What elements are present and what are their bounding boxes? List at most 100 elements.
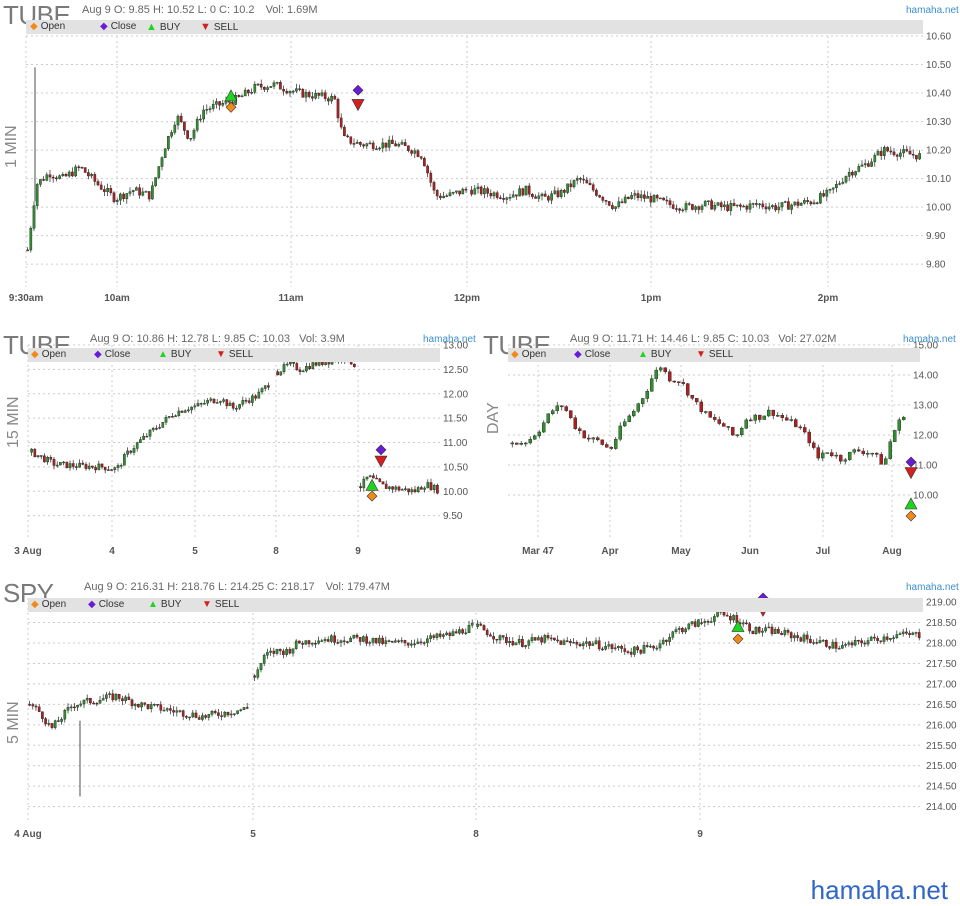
candle-body <box>133 703 137 707</box>
candle-body <box>90 174 93 177</box>
candle-body <box>179 115 183 123</box>
candle-body <box>725 614 729 617</box>
candle-body <box>208 108 212 110</box>
candle-body <box>703 200 707 207</box>
candle-body <box>275 82 279 84</box>
candle-body <box>154 177 157 186</box>
brand-link[interactable]: hamaha.net <box>906 5 959 16</box>
candle-body <box>448 192 452 196</box>
candle-body <box>397 143 401 147</box>
brand-link[interactable]: hamaha.net <box>906 582 959 593</box>
candle-body <box>742 205 745 208</box>
candle-body <box>652 195 656 203</box>
candle-body <box>841 181 845 184</box>
candle-body <box>164 417 168 423</box>
candle-body <box>323 639 327 641</box>
candle-body <box>690 621 694 625</box>
candle-body <box>633 193 637 196</box>
candle-body <box>918 153 921 160</box>
candle-body <box>342 640 346 642</box>
candle-body <box>783 201 787 203</box>
candle-body <box>899 152 902 157</box>
close-marker <box>375 444 387 456</box>
candle-body <box>783 630 787 635</box>
candle-body <box>722 611 726 616</box>
candle-body <box>556 190 560 197</box>
open-marker-icon: ◆ <box>30 21 38 32</box>
info-date: Aug 9 <box>82 4 111 16</box>
candle-body <box>883 458 888 465</box>
candle-body <box>220 715 223 717</box>
candle-body <box>115 199 119 202</box>
candle-body <box>489 193 493 197</box>
candle-body <box>751 630 755 635</box>
candle-body <box>197 717 201 720</box>
y-tick-label: 9.50 <box>443 511 463 522</box>
candle-body <box>99 184 103 190</box>
open-marker <box>366 490 378 502</box>
chart-canvas-spy-5min[interactable]: 214.00 214.50 215.00 215.50 216.00 216.50 217.… <box>0 578 960 906</box>
candle-body <box>181 710 185 717</box>
candle-body <box>607 201 611 206</box>
candle-body <box>617 646 620 649</box>
chart-panel-spy-5min: 214.00 214.50 215.00 215.50 216.00 216.50 217.… <box>0 578 960 906</box>
candle-body <box>639 649 643 654</box>
info-open: O: 216.31 <box>115 581 165 593</box>
candle-body <box>247 400 251 403</box>
candle-body <box>199 118 202 121</box>
candle-body <box>575 641 579 645</box>
candle-body <box>511 194 515 198</box>
candle-body <box>432 485 436 491</box>
candle-body <box>26 249 29 252</box>
candle-body <box>532 435 537 440</box>
candle-body <box>681 382 686 384</box>
candle-body <box>665 199 669 202</box>
candle-body <box>767 626 771 629</box>
candle-body <box>275 648 279 654</box>
legend-close: ◆ Close <box>574 349 611 360</box>
candle-body <box>518 188 521 197</box>
chart-canvas-tube-1min[interactable]: 9.80 9.90 10.00 10.10 10.20 10.30 10.40 10.50 10… <box>0 0 960 315</box>
candle-body <box>47 723 51 725</box>
chart-canvas-tube-day[interactable]: 10.0011.0012.0013.0014.0015.00Mar 47 Apr M… <box>480 330 960 570</box>
candle-body <box>618 425 623 440</box>
candle-body <box>559 405 564 408</box>
candle-body <box>483 188 486 195</box>
candle-body <box>404 488 407 490</box>
candle-body <box>288 649 292 654</box>
candle-body <box>508 641 511 644</box>
info-volume: Vol: 27.02M <box>778 333 837 345</box>
candle-body <box>165 708 169 711</box>
candle-body <box>622 421 627 427</box>
candle-body <box>458 190 461 195</box>
candle-body <box>87 465 91 469</box>
x-tick-label: 2pm <box>818 293 839 304</box>
candle-body <box>777 206 781 211</box>
info-low: L: 9.85 <box>211 333 246 345</box>
info-close: C: 10.2 <box>219 4 255 16</box>
candle-body <box>898 633 902 636</box>
candle-body <box>908 150 912 155</box>
candle-body <box>161 422 165 428</box>
candle-body <box>132 448 136 453</box>
brand-link[interactable]: hamaha.net <box>903 334 956 345</box>
y-tick-label: 11.50 <box>443 414 468 425</box>
candle-body <box>857 166 861 172</box>
legend-bar: ◆ Open ◆ Close ▲ BUY ▼ SELL <box>26 20 923 34</box>
candle-body <box>442 195 445 199</box>
candle-body <box>867 163 870 167</box>
chart-canvas-tube-15min[interactable]: 9.5010.0010.5011.0011.5012.0012.5013.003… <box>0 330 480 570</box>
candle-body <box>582 430 587 439</box>
candle-body <box>757 414 762 420</box>
candle-body <box>677 628 681 630</box>
candle-body <box>394 640 397 643</box>
x-tick-label: 8 <box>473 829 479 840</box>
legend-open: ◆ Open <box>31 599 67 610</box>
candle-body <box>163 148 167 158</box>
hamaha-watermark[interactable]: hamaha.net <box>811 875 948 906</box>
candle-body <box>266 87 269 90</box>
candle-body <box>597 640 601 650</box>
candle-body <box>716 611 719 617</box>
brand-link[interactable]: hamaha.net <box>423 334 476 345</box>
candle-body <box>429 172 433 183</box>
